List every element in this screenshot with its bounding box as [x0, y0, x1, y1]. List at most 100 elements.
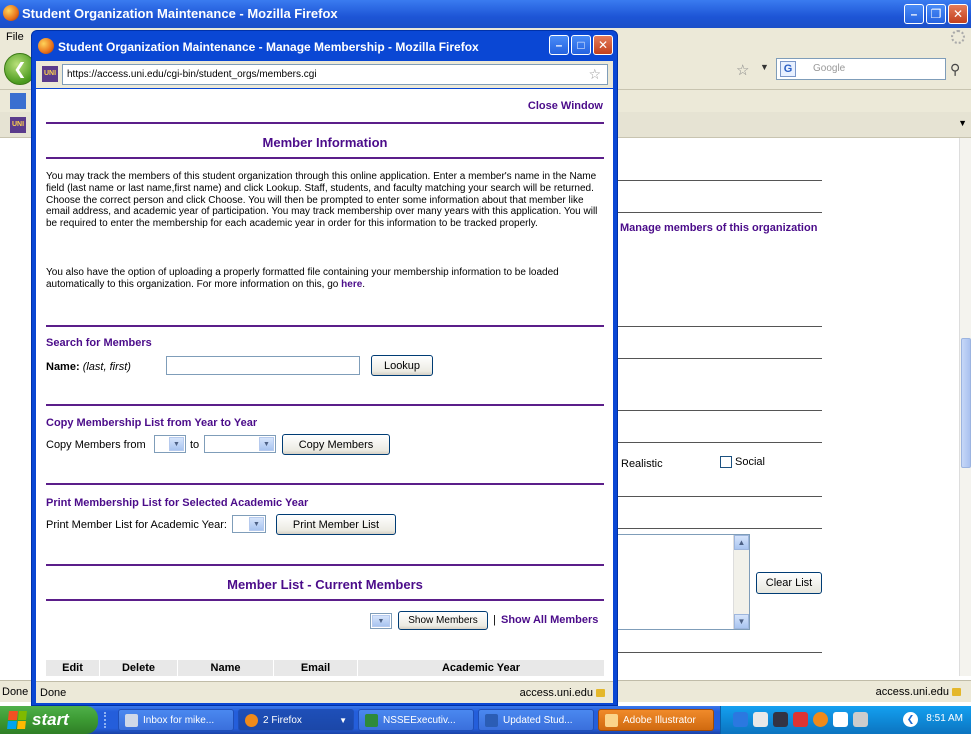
bg-window-titlebar: Student Organization Maintenance - Mozil…: [0, 0, 971, 28]
printer-icon[interactable]: [853, 712, 868, 727]
member-year-select[interactable]: ▼: [370, 613, 392, 629]
copy-from-year-select[interactable]: ▼: [154, 435, 186, 453]
column-header-name[interactable]: Name: [178, 660, 274, 676]
intro-paragraph: You may track the members of this studen…: [46, 171, 598, 230]
section-divider: [46, 483, 604, 485]
scrollbar-thumb[interactable]: [961, 338, 971, 468]
chrome-icon[interactable]: [753, 712, 768, 727]
chevron-down-icon[interactable]: ▼: [249, 517, 264, 531]
close-window-link[interactable]: Close Window: [528, 100, 603, 112]
taskbar-item-inbox[interactable]: Inbox for mike...: [118, 709, 234, 731]
print-member-list-button[interactable]: Print Member List: [276, 514, 396, 535]
task-label: Updated Stud...: [503, 714, 573, 726]
url-field[interactable]: https://access.uni.edu/cgi-bin/student_o…: [62, 64, 608, 85]
column-header-edit[interactable]: Edit: [46, 660, 100, 676]
task-label: Adobe Illustrator: [623, 714, 696, 726]
chevron-down-icon[interactable]: ▼: [259, 437, 274, 451]
uni-site-icon: UNI: [42, 66, 58, 82]
interest-social-option[interactable]: Social: [720, 456, 765, 468]
windows-logo-icon: [7, 711, 27, 729]
show-all-members-link[interactable]: Show All Members: [501, 614, 598, 626]
section-divider: [46, 122, 604, 124]
network-icon[interactable]: [833, 712, 848, 727]
task-label: 2 Firefox: [263, 714, 302, 726]
copy-members-button[interactable]: Copy Members: [282, 434, 390, 455]
taskbar-item-excel[interactable]: NSSEExecutiv...: [358, 709, 474, 731]
popup-titlebar: Student Organization Maintenance - Manag…: [32, 31, 617, 61]
manage-members-link[interactable]: Manage members of this organization: [620, 222, 817, 234]
copy-to-label: to: [190, 439, 200, 451]
listbox-scrollbar[interactable]: ▲ ▼: [733, 535, 749, 629]
column-header-academic-year[interactable]: Academic Year: [358, 660, 604, 676]
tab-list-icon[interactable]: ▼: [958, 118, 967, 128]
bg-divider: [616, 180, 822, 181]
taskbar-item-illustrator[interactable]: Adobe Illustrator: [598, 709, 714, 731]
interest-social-label: Social: [735, 456, 765, 468]
history-dropdown-icon[interactable]: ▼: [760, 62, 769, 72]
column-header-email[interactable]: Email: [274, 660, 358, 676]
popup-minimize-button[interactable]: –: [549, 35, 569, 55]
excel-icon: [365, 713, 378, 727]
minimize-button[interactable]: –: [904, 4, 924, 24]
menu-file[interactable]: File: [6, 31, 24, 43]
popup-status-text: Done: [40, 687, 67, 699]
copy-from-label: Copy Members from: [46, 439, 146, 451]
uni-tab-icon[interactable]: UNI: [10, 117, 26, 133]
column-header-delete[interactable]: Delete: [100, 660, 178, 676]
member-name-input[interactable]: [166, 356, 360, 375]
scroll-up-icon[interactable]: ▲: [734, 535, 749, 550]
taskbar-item-firefox[interactable]: 2 Firefox ▼: [238, 709, 354, 731]
bg-divider: [616, 652, 822, 653]
start-button[interactable]: start: [0, 706, 98, 734]
firefox-icon[interactable]: [813, 712, 828, 727]
popup-status-domain: access.uni.edu: [520, 687, 605, 699]
name-field-label: Name: (last, first): [46, 361, 131, 373]
social-checkbox[interactable]: [720, 456, 732, 468]
bg-divider: [616, 358, 822, 359]
section-divider: [46, 404, 604, 406]
antivirus-icon[interactable]: [793, 712, 808, 727]
show-hidden-icons-icon[interactable]: ❮: [903, 712, 918, 727]
bg-page-scrollbar[interactable]: [959, 138, 971, 676]
bg-window-title: Student Organization Maintenance - Mozil…: [22, 6, 338, 21]
popup-close-button[interactable]: ✕: [593, 35, 613, 55]
popup-status-domain-text: access.uni.edu: [519, 687, 593, 699]
bg-listbox[interactable]: ▲ ▼: [616, 534, 750, 630]
firefox-icon: [245, 713, 258, 727]
chevron-down-icon[interactable]: ▼: [169, 437, 184, 451]
copy-to-year-select[interactable]: ▼: [204, 435, 276, 453]
name-hint: (last, first): [82, 361, 131, 373]
search-go-icon[interactable]: ⚲: [950, 61, 960, 78]
print-year-select[interactable]: ▼: [232, 515, 266, 533]
google-icon[interactable]: G: [780, 61, 796, 77]
scroll-down-icon[interactable]: ▼: [734, 614, 749, 629]
bookmark-star-icon[interactable]: ☆: [588, 66, 601, 83]
throbber-icon: [951, 30, 965, 44]
close-button[interactable]: ✕: [948, 4, 968, 24]
bg-divider: [616, 496, 822, 497]
ie-icon[interactable]: [733, 712, 748, 727]
app-icon[interactable]: [773, 712, 788, 727]
taskbar-item-word[interactable]: Updated Stud...: [478, 709, 594, 731]
upload-paragraph: You also have the option of uploading a …: [46, 267, 559, 290]
search-box[interactable]: G Google: [776, 58, 946, 80]
lookup-button[interactable]: Lookup: [371, 355, 433, 376]
bookmark-star-icon[interactable]: ☆: [736, 61, 749, 79]
popup-maximize-button[interactable]: □: [571, 35, 591, 55]
lock-icon: [952, 688, 961, 696]
maximize-button[interactable]: ❐: [926, 4, 946, 24]
group-dropdown-icon[interactable]: ▼: [339, 716, 347, 725]
popup-title: Student Organization Maintenance - Manag…: [58, 40, 479, 54]
chevron-down-icon[interactable]: ▼: [372, 615, 390, 627]
task-label: Inbox for mike...: [143, 714, 215, 726]
bookmark-icon[interactable]: [10, 93, 26, 109]
quicklaunch-grip[interactable]: [104, 712, 108, 728]
show-members-button[interactable]: Show Members: [398, 611, 488, 630]
bg-status-domain: access.uni.edu: [876, 686, 961, 698]
interest-realistic-label: Realistic: [621, 458, 663, 470]
here-link[interactable]: here: [341, 279, 362, 290]
clear-list-button[interactable]: Clear List: [756, 572, 822, 594]
popup-status-bar: Done access.uni.edu: [36, 681, 613, 703]
firefox-icon: [3, 5, 19, 21]
bg-divider: [616, 326, 822, 327]
